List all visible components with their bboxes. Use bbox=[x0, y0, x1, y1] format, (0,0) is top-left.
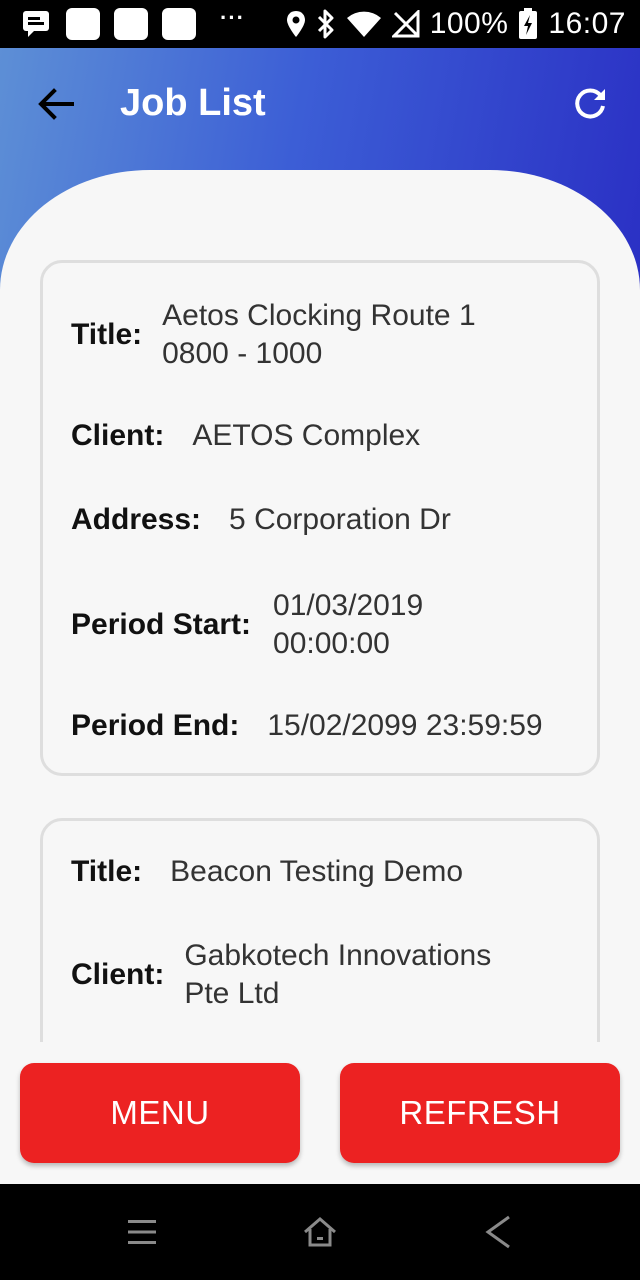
back-icon bbox=[485, 1215, 510, 1249]
refresh-button[interactable]: REFRESH bbox=[340, 1063, 620, 1163]
menu-icon bbox=[128, 1220, 156, 1244]
job-title-value: Aetos Clocking Route 1 0800 - 1000 bbox=[162, 299, 476, 370]
wifi-icon bbox=[346, 10, 382, 38]
job-client-value: AETOS Complex bbox=[192, 419, 421, 452]
job-title-field: Title: Aetos Clocking Route 1 0800 - 100… bbox=[71, 297, 577, 373]
bluetooth-icon bbox=[316, 9, 336, 39]
job-period-start-field: Period Start: 01/03/2019 00:00:00 bbox=[71, 587, 577, 663]
job-client-label: Client: bbox=[71, 958, 165, 991]
more-icon: ··· bbox=[220, 5, 245, 30]
job-period-start-label: Period Start: bbox=[71, 608, 252, 641]
job-client-field: Client: AETOS Complex bbox=[71, 417, 577, 455]
job-title-label: Title: bbox=[71, 855, 143, 888]
job-client-field: Client: Gabkotech Innovations Pte Ltd bbox=[71, 937, 577, 1013]
refresh-icon bbox=[575, 88, 605, 119]
job-card[interactable]: Title: Beacon Testing Demo Client: Gabko… bbox=[40, 818, 600, 1042]
job-title-value: Beacon Testing Demo bbox=[170, 855, 464, 888]
battery-charging-icon bbox=[518, 8, 538, 40]
job-period-start-value: 01/03/2019 00:00:00 bbox=[273, 589, 424, 660]
job-period-end-value: 15/02/2099 23:59:59 bbox=[267, 709, 543, 742]
job-address-field: Address: 5 Corporation Dr bbox=[71, 501, 577, 539]
status-system: 100% 16:07 bbox=[286, 6, 626, 42]
arrow-left-icon bbox=[38, 88, 74, 120]
nav-home-button[interactable] bbox=[296, 1208, 344, 1256]
job-client-value: Gabkotech Innovations Pte Ltd bbox=[184, 939, 492, 1010]
notification-icon bbox=[66, 8, 100, 40]
job-period-end-field: Period End: 15/02/2099 23:59:59 bbox=[71, 707, 577, 745]
job-period-end-label: Period End: bbox=[71, 709, 240, 742]
system-nav-bar bbox=[0, 1184, 640, 1280]
job-address-value: 5 Corporation Dr bbox=[229, 503, 451, 536]
location-icon bbox=[286, 10, 306, 38]
job-title-label: Title: bbox=[71, 318, 143, 351]
battery-percent: 100% bbox=[429, 7, 509, 40]
job-client-label: Client: bbox=[71, 419, 165, 452]
status-bar: ··· 100% 16:07 bbox=[0, 0, 640, 48]
notification-icon bbox=[162, 8, 196, 40]
home-icon bbox=[304, 1217, 336, 1247]
nav-back-button[interactable] bbox=[474, 1208, 522, 1256]
message-icon bbox=[22, 9, 52, 39]
back-button[interactable] bbox=[36, 84, 76, 124]
refresh-icon-button[interactable] bbox=[570, 84, 610, 124]
no-sim-icon bbox=[391, 10, 420, 38]
page-title: Job List bbox=[120, 82, 266, 124]
job-address-label: Address: bbox=[71, 503, 202, 536]
job-list[interactable]: Title: Aetos Clocking Route 1 0800 - 100… bbox=[0, 260, 640, 1042]
job-card[interactable]: Title: Aetos Clocking Route 1 0800 - 100… bbox=[40, 260, 600, 776]
job-title-field: Title: Beacon Testing Demo bbox=[71, 853, 577, 891]
clock: 16:07 bbox=[548, 7, 626, 40]
status-notifications: ··· bbox=[22, 5, 245, 40]
nav-menu-button[interactable] bbox=[118, 1208, 166, 1256]
menu-button[interactable]: MENU bbox=[20, 1063, 300, 1163]
notification-icon bbox=[114, 8, 148, 40]
